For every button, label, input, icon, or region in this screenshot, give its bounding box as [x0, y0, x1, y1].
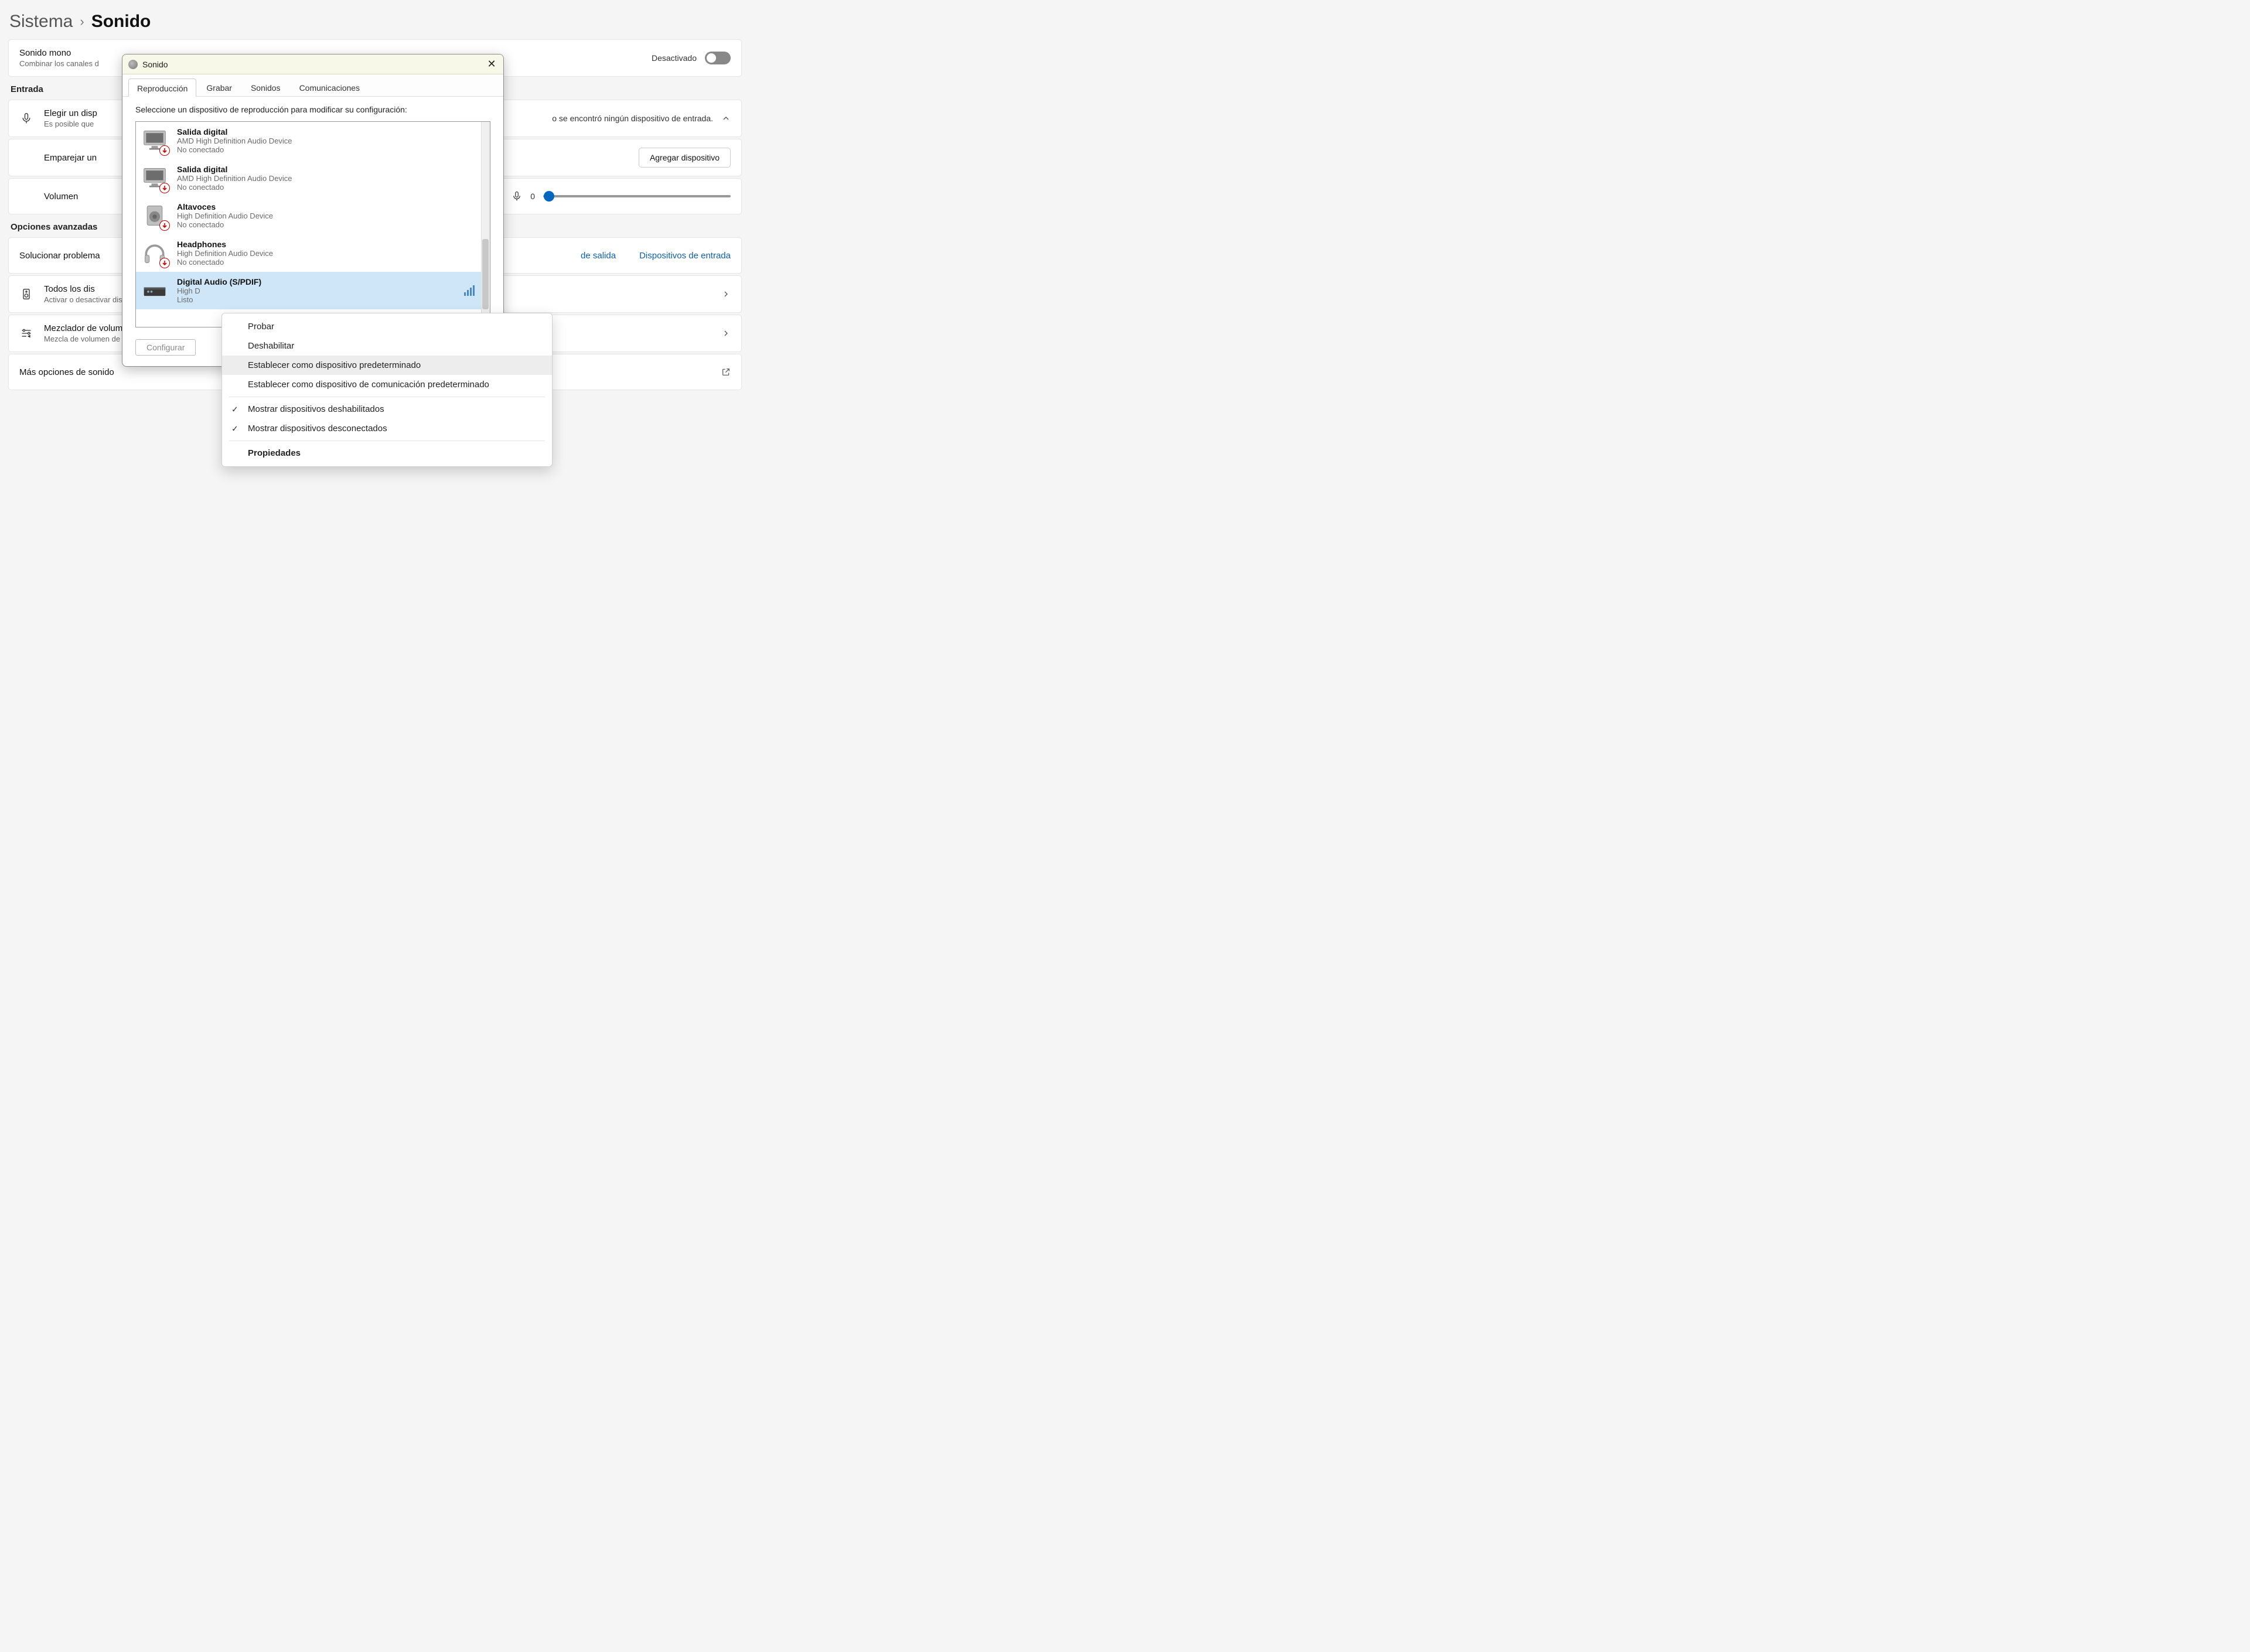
context-menu-label: Establecer como dispositivo de comunicac…: [248, 380, 489, 390]
dialog-instruction: Seleccione un dispositivo de reproducció…: [122, 97, 503, 119]
output-devices-link[interactable]: de salida: [581, 251, 616, 261]
choose-input-title: Elegir un disp: [44, 108, 97, 118]
breadcrumb-parent[interactable]: Sistema: [9, 12, 73, 32]
microphone-icon: [512, 191, 522, 202]
tab-recording[interactable]: Grabar: [197, 78, 241, 96]
dialog-tabs: Reproducción Grabar Sonidos Comunicacion…: [122, 74, 503, 97]
disconnected-badge-icon: [159, 220, 170, 231]
playback-device-list[interactable]: Salida digitalAMD High Definition Audio …: [135, 121, 490, 327]
mono-subtitle: Combinar los canales d: [19, 59, 99, 68]
tab-communications[interactable]: Comunicaciones: [291, 78, 369, 96]
context-menu-item[interactable]: Deshabilitar: [222, 336, 552, 356]
device-driver: AMD High Definition Audio Device: [177, 136, 292, 145]
breadcrumb-current: Sonido: [91, 12, 151, 32]
chevron-right-icon: [721, 329, 731, 338]
device-status: No conectado: [177, 258, 273, 267]
device-status: No conectado: [177, 145, 292, 154]
tab-sounds[interactable]: Sonidos: [242, 78, 289, 96]
context-menu-label: Mostrar dispositivos desconectados: [248, 424, 387, 434]
device-name: Salida digital: [177, 165, 292, 174]
context-menu-item[interactable]: ✓ Mostrar dispositivos desconectados: [222, 419, 552, 438]
chevron-right-icon: [721, 289, 731, 299]
device-status: No conectado: [177, 220, 273, 229]
device-name: Digital Audio (S/PDIF): [177, 277, 261, 286]
level-bars-icon: [464, 285, 475, 296]
context-menu-item[interactable]: Establecer como dispositivo predetermina…: [222, 356, 552, 375]
close-icon[interactable]: ✕: [485, 58, 499, 70]
sound-icon: [128, 60, 138, 69]
context-menu-item[interactable]: Establecer como dispositivo de comunicac…: [222, 375, 552, 394]
input-volume-slider[interactable]: [543, 195, 731, 197]
speaker-icon: [141, 202, 169, 230]
device-name: Altavoces: [177, 202, 273, 211]
pair-title: Emparejar un: [44, 153, 97, 163]
volume-title: Volumen: [44, 192, 78, 202]
device-driver: High D: [177, 286, 261, 295]
no-input-device-text: o se encontró ningún dispositivo de entr…: [552, 114, 713, 123]
context-menu-item[interactable]: Probar: [222, 317, 552, 336]
add-device-button[interactable]: Agregar dispositivo: [639, 148, 731, 168]
external-link-icon: [721, 367, 731, 377]
mono-toggle[interactable]: [705, 52, 731, 64]
device-context-menu: Probar Deshabilitar Establecer como dispos…: [221, 313, 553, 467]
device-driver: AMD High Definition Audio Device: [177, 174, 292, 183]
chevron-right-icon: ›: [80, 14, 84, 29]
device-driver: High Definition Audio Device: [177, 249, 273, 258]
dialog-title: Sonido: [142, 60, 485, 69]
monitor-icon: [141, 127, 169, 155]
headphones-icon: [141, 239, 169, 267]
disconnected-badge-icon: [159, 145, 170, 156]
device-status: No conectado: [177, 183, 292, 192]
monitor-icon: [141, 164, 169, 192]
context-menu-item[interactable]: Propiedades: [222, 443, 552, 463]
mono-title: Sonido mono: [19, 48, 99, 58]
context-menu-label: Probar: [248, 322, 274, 332]
configure-button[interactable]: Configurar: [135, 339, 196, 356]
context-menu-item[interactable]: ✓ Mostrar dispositivos deshabilitados: [222, 400, 552, 419]
choose-input-subtitle: Es posible que: [44, 120, 97, 128]
device-driver: High Definition Audio Device: [177, 211, 273, 220]
device-item[interactable]: Salida digitalAMD High Definition Audio …: [136, 122, 490, 159]
volume-value: 0: [530, 192, 535, 201]
device-name: Headphones: [177, 240, 273, 249]
disconnected-badge-icon: [159, 183, 170, 193]
breadcrumb: Sistema › Sonido: [0, 0, 750, 37]
tab-playback[interactable]: Reproducción: [128, 78, 196, 97]
disconnected-badge-icon: [159, 258, 170, 268]
scrollbar-thumb[interactable]: [482, 239, 489, 309]
mixer-icon: [19, 327, 33, 339]
context-menu-label: Propiedades: [248, 448, 301, 458]
speaker-icon: [19, 288, 33, 301]
check-icon: ✓: [231, 424, 238, 434]
context-menu-label: Establecer como dispositivo predetermina…: [248, 360, 421, 370]
device-item[interactable]: Digital Audio (S/PDIF)High DListo: [136, 272, 490, 309]
check-icon: ✓: [231, 404, 238, 414]
input-devices-link[interactable]: Dispositivos de entrada: [639, 251, 731, 261]
troubleshoot-title: Solucionar problema: [19, 251, 100, 261]
microphone-icon: [19, 112, 33, 124]
chevron-up-icon[interactable]: [721, 114, 731, 123]
more-sound-title: Más opciones de sonido: [19, 367, 114, 377]
spdif-icon: [141, 277, 169, 305]
device-item[interactable]: AltavocesHigh Definition Audio DeviceNo …: [136, 197, 490, 234]
device-name: Salida digital: [177, 127, 292, 136]
device-status: Listo: [177, 295, 261, 304]
context-menu-label: Deshabilitar: [248, 341, 294, 351]
dialog-titlebar: Sonido ✕: [122, 54, 503, 74]
mono-state-label: Desactivado: [652, 53, 697, 63]
device-item[interactable]: HeadphonesHigh Definition Audio DeviceNo…: [136, 234, 490, 272]
device-item[interactable]: Salida digitalAMD High Definition Audio …: [136, 159, 490, 197]
context-menu-label: Mostrar dispositivos deshabilitados: [248, 404, 384, 414]
